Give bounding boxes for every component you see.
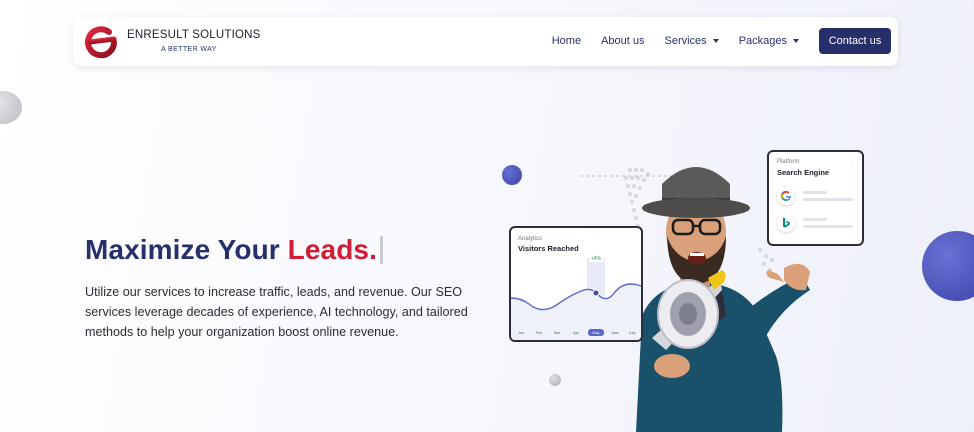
nav-home-link[interactable]: Home xyxy=(552,35,581,47)
analytics-card: Analytics Visitors Reached +4% Jan Feb M… xyxy=(509,226,643,342)
placeholder-line xyxy=(803,225,853,228)
month-label: Jan xyxy=(518,331,524,335)
decorative-circle-left xyxy=(0,91,22,124)
bing-icon xyxy=(777,214,795,232)
analytics-card-subtitle: Analytics xyxy=(518,236,543,242)
month-label: June xyxy=(611,331,619,335)
caret-down-icon xyxy=(712,39,719,43)
nav-services-dropdown[interactable]: Services xyxy=(665,35,719,47)
nav-links: Home About us Services Packages Contact … xyxy=(552,28,891,54)
nav-packages-label: Packages xyxy=(738,35,787,47)
visitors-line-chart: +4% Jan Feb Mar Apr May June July xyxy=(511,254,641,340)
brand-logo-icon[interactable] xyxy=(83,24,119,60)
nav-packages-dropdown[interactable]: Packages xyxy=(739,35,799,47)
platform-card-title: Search Engine xyxy=(777,168,830,177)
month-label: July xyxy=(629,331,636,335)
decorative-dot-blue xyxy=(502,165,522,185)
decorative-dot-grey xyxy=(549,374,561,386)
month-label-active: May xyxy=(592,331,599,335)
placeholder-line xyxy=(803,218,827,221)
page-background: ENRESULT SOLUTIONS A BETTER WAY Home Abo… xyxy=(0,0,974,432)
analytics-badge: +4% xyxy=(591,256,602,262)
contact-us-button[interactable]: Contact us xyxy=(819,28,891,54)
navbar: ENRESULT SOLUTIONS A BETTER WAY Home Abo… xyxy=(73,17,898,66)
brand-tagline: A BETTER WAY xyxy=(161,46,217,53)
month-label: Apr xyxy=(573,331,580,335)
nav-services-label: Services xyxy=(664,35,707,47)
hero-title-main: Maximize Your xyxy=(85,234,288,265)
hero-description: Utilize our services to increase traffic… xyxy=(85,285,468,339)
google-icon xyxy=(777,187,795,205)
placeholder-line xyxy=(803,198,853,201)
typing-cursor xyxy=(379,236,383,264)
more-options-icon: · · · xyxy=(851,159,854,174)
hero-title-accent: Leads. xyxy=(287,234,377,265)
brand-name[interactable]: ENRESULT SOLUTIONS xyxy=(127,29,261,41)
platform-card-subtitle: Platform xyxy=(777,159,800,165)
decorative-circle-right xyxy=(922,231,974,301)
placeholder-line xyxy=(803,191,827,194)
month-label: Feb xyxy=(536,331,543,335)
hero-title: Maximize Your Leads. xyxy=(85,234,383,266)
nav-about-link[interactable]: About us xyxy=(601,35,644,47)
caret-down-icon xyxy=(793,39,799,43)
platform-card: Platform Search Engine · · · xyxy=(767,150,864,246)
month-label: Mar xyxy=(554,331,561,335)
